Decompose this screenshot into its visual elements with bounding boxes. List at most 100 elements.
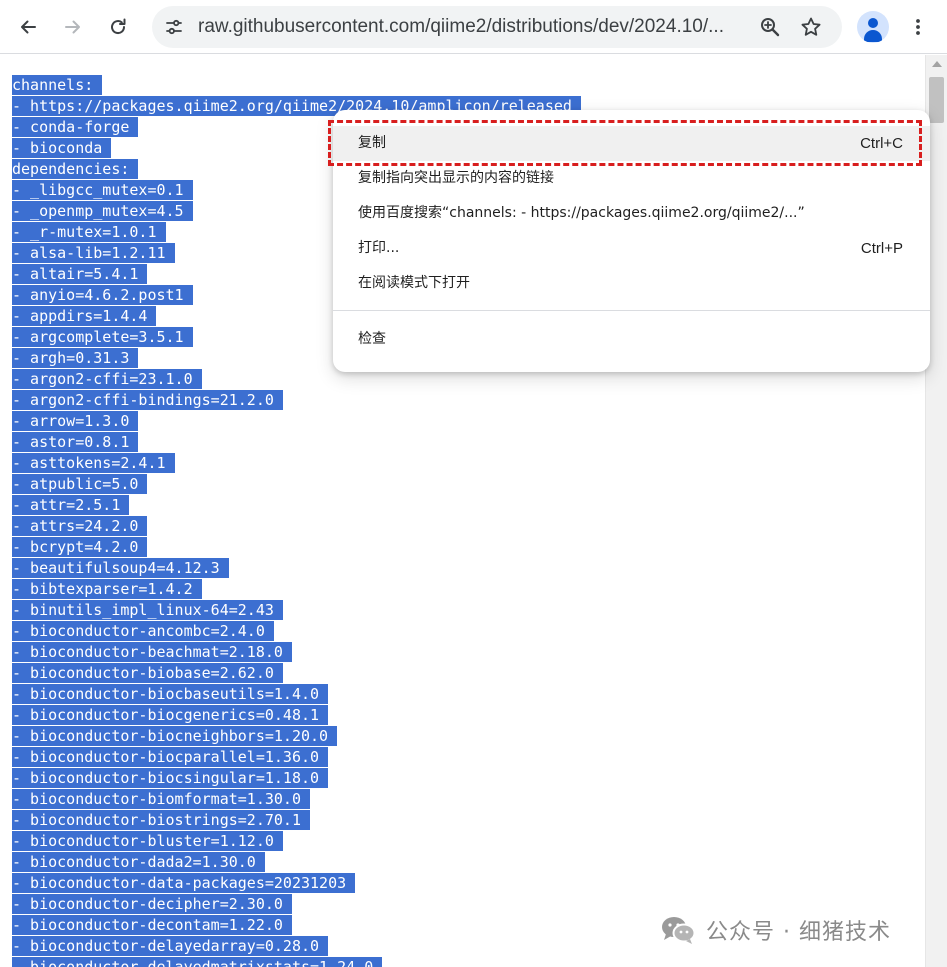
person-icon <box>868 18 878 28</box>
address-bar[interactable]: raw.githubusercontent.com/qiime2/distrib… <box>152 6 842 48</box>
forward-button[interactable] <box>55 9 91 45</box>
text-line: - asttokens=2.4.1 <box>12 453 581 474</box>
selected-text: - beautifulsoup4=4.12.3 <box>12 558 229 578</box>
scroll-thumb[interactable] <box>929 77 944 123</box>
menu-item-print[interactable]: 打印... Ctrl+P <box>333 231 930 266</box>
menu-separator <box>333 310 930 311</box>
text-line: - bioconductor-bluster=1.12.0 <box>12 831 581 852</box>
menu-item-label: 在阅读模式下打开 <box>358 275 470 291</box>
selected-text: - anyio=4.6.2.post1 <box>12 285 193 305</box>
selected-text: - asttokens=2.4.1 <box>12 453 175 473</box>
menu-item-reading-mode[interactable]: 在阅读模式下打开 <box>333 266 930 301</box>
selected-text: - bioconductor-decipher=2.30.0 <box>12 894 292 914</box>
selected-text: - bioconda <box>12 138 112 158</box>
menu-item-copy-link-to-highlight[interactable]: 复制指向突出显示的内容的链接 <box>333 161 930 196</box>
selected-text: - bioconductor-biocneighbors=1.20.0 <box>12 726 338 746</box>
text-line: - bioconductor-biocneighbors=1.20.0 <box>12 726 581 747</box>
selected-text: - bioconductor-delayedmatrixstats=1.24.0 <box>12 957 383 967</box>
text-line: - bioconductor-biobase=2.62.0 <box>12 663 581 684</box>
text-line: - beautifulsoup4=4.12.3 <box>12 558 581 579</box>
text-line: channels: <box>12 75 581 96</box>
text-line: - binutils_impl_linux-64=2.43 <box>12 600 581 621</box>
arrow-left-icon <box>21 20 36 34</box>
text-line: - bioconductor-biocbaseutils=1.4.0 <box>12 684 581 705</box>
selected-text: - attrs=24.2.0 <box>12 516 148 536</box>
menu-item-inspect[interactable]: 检查 <box>333 322 930 357</box>
selected-text: - _r-mutex=1.0.1 <box>12 222 166 242</box>
menu-item-label: 使用百度搜索“channels: - https://packages.qiim… <box>358 205 805 221</box>
selected-text: - _libgcc_mutex=0.1 <box>12 180 193 200</box>
text-line: - bioconductor-biostrings=2.70.1 <box>12 810 581 831</box>
text-line: - bioconductor-biocgenerics=0.48.1 <box>12 705 581 726</box>
text-line: - bioconductor-biocsingular=1.18.0 <box>12 768 581 789</box>
more-vert-icon <box>916 19 920 35</box>
text-line: - attrs=24.2.0 <box>12 516 581 537</box>
selected-text: - altair=5.4.1 <box>12 264 148 284</box>
selected-text: - argon2-cffi=23.1.0 <box>12 369 202 389</box>
selected-text: - bioconductor-biocsingular=1.18.0 <box>12 768 329 788</box>
selected-text: - atpublic=5.0 <box>12 474 148 494</box>
selected-text: - argon2-cffi-bindings=21.2.0 <box>12 390 283 410</box>
wechat-icon <box>662 917 696 944</box>
selected-text: - bcrypt=4.2.0 <box>12 537 148 557</box>
text-line: - bioconductor-biocparallel=1.36.0 <box>12 747 581 768</box>
selected-text: - binutils_impl_linux-64=2.43 <box>12 600 283 620</box>
bookmark-button[interactable] <box>796 12 826 42</box>
text-line: - attr=2.5.1 <box>12 495 581 516</box>
selected-text: - bioconductor-beachmat=2.18.0 <box>12 642 292 662</box>
selected-text: channels: <box>12 75 103 95</box>
url-text[interactable]: raw.githubusercontent.com/qiime2/distrib… <box>198 16 753 38</box>
watermark-text: 公众号 · 细猪技术 <box>706 920 891 945</box>
browser-menu-button[interactable] <box>900 9 936 45</box>
selected-text: - conda-forge <box>12 117 139 137</box>
selected-text: - attr=2.5.1 <box>12 495 130 515</box>
profile-button[interactable] <box>857 11 889 43</box>
menu-item-shortcut: Ctrl+C <box>860 135 903 152</box>
scroll-up-arrow-icon[interactable] <box>932 61 942 67</box>
selected-text: - argcomplete=3.5.1 <box>12 327 193 347</box>
text-line: - bioconductor-data-packages=20231203 <box>12 873 581 894</box>
context-menu: 复制 Ctrl+C 复制指向突出显示的内容的链接 使用百度搜索“channels… <box>333 110 930 372</box>
tune-icon <box>166 19 182 35</box>
text-line: - bioconductor-decontam=1.22.0 <box>12 915 581 936</box>
site-info-button[interactable] <box>159 12 189 42</box>
text-line: - astor=0.8.1 <box>12 432 581 453</box>
menu-item-shortcut: Ctrl+P <box>860 240 903 257</box>
selected-text: - appdirs=1.4.4 <box>12 306 157 326</box>
selected-text: - bioconductor-ancombc=2.4.0 <box>12 621 274 641</box>
selected-text: - bioconductor-biostrings=2.70.1 <box>12 810 310 830</box>
text-line: - bioconductor-ancombc=2.4.0 <box>12 621 581 642</box>
text-line: - bcrypt=4.2.0 <box>12 537 581 558</box>
text-line: - arrow=1.3.0 <box>12 411 581 432</box>
reload-button[interactable] <box>100 9 136 45</box>
selected-text: - astor=0.8.1 <box>12 432 139 452</box>
menu-item-label: 检查 <box>358 331 386 347</box>
menu-item-search-baidu[interactable]: 使用百度搜索“channels: - https://packages.qiim… <box>333 196 930 231</box>
selected-text: - argh=0.31.3 <box>12 348 139 368</box>
back-button[interactable] <box>10 9 46 45</box>
text-line: - bioconductor-delayedarray=0.28.0 <box>12 936 581 957</box>
text-line: - bioconductor-beachmat=2.18.0 <box>12 642 581 663</box>
text-line: - bioconductor-dada2=1.30.0 <box>12 852 581 873</box>
zoom-icon <box>761 18 780 37</box>
selected-text: - bioconductor-biocgenerics=0.48.1 <box>12 705 329 725</box>
watermark: 公众号 · 细猪技术 <box>660 912 891 948</box>
menu-item-label: 复制指向突出显示的内容的链接 <box>358 170 554 186</box>
selected-text: - bioconductor-biocparallel=1.36.0 <box>12 747 329 767</box>
text-line: - argon2-cffi-bindings=21.2.0 <box>12 390 581 411</box>
browser-toolbar: raw.githubusercontent.com/qiime2/distrib… <box>0 0 947 54</box>
selected-text: - bioconductor-biomformat=1.30.0 <box>12 789 310 809</box>
menu-item-label: 复制 <box>358 135 386 151</box>
selected-text: - bibtexparser=1.4.2 <box>12 579 202 599</box>
text-line: - atpublic=5.0 <box>12 474 581 495</box>
selected-text: - alsa-lib=1.2.11 <box>12 243 175 263</box>
selected-text: dependencies: <box>12 159 139 179</box>
text-line: - argon2-cffi=23.1.0 <box>12 369 581 390</box>
selected-text: - bioconductor-biocbaseutils=1.4.0 <box>12 684 329 704</box>
zoom-button[interactable] <box>755 12 785 42</box>
selected-text: - bioconductor-delayedarray=0.28.0 <box>12 936 329 956</box>
arrow-right-icon <box>65 20 80 34</box>
menu-item-copy[interactable]: 复制 Ctrl+C <box>333 126 930 161</box>
selected-text: - _openmp_mutex=4.5 <box>12 201 193 221</box>
selected-text: - bioconductor-biobase=2.62.0 <box>12 663 283 683</box>
